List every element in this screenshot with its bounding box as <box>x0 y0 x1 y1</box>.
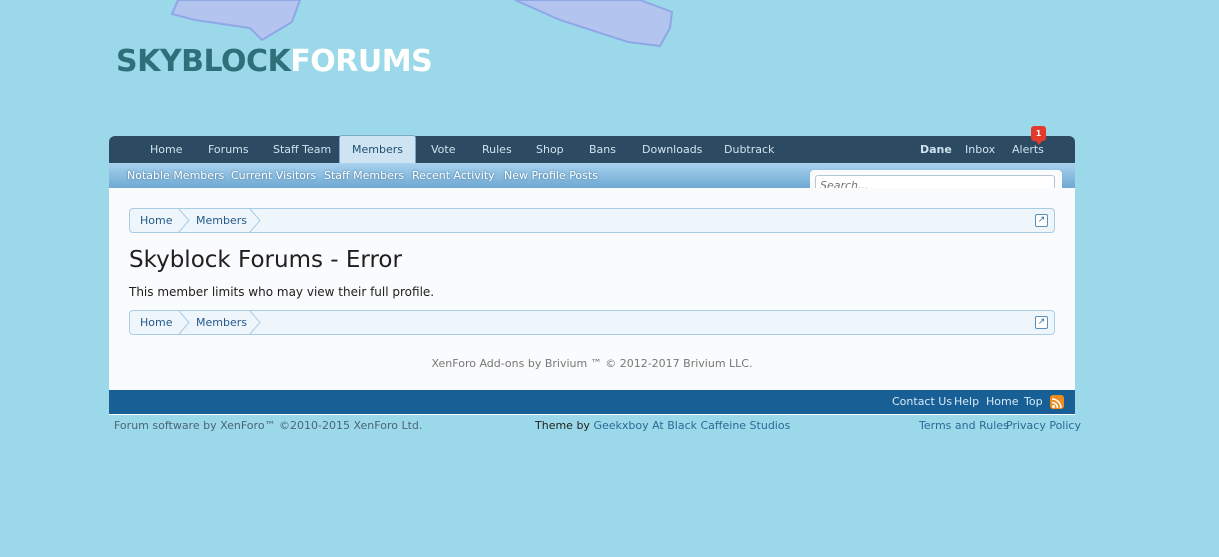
tab-dubtrack[interactable]: Dubtrack <box>724 136 774 163</box>
footer-top[interactable]: Top <box>1024 390 1043 414</box>
error-message: This member limits who may view their fu… <box>129 285 435 299</box>
subnav-staff-members[interactable]: Staff Members <box>324 163 404 188</box>
logo-part-forums: FORUMS <box>290 44 433 79</box>
tab-downloads[interactable]: Downloads <box>642 136 702 163</box>
breadcrumb-separator-icon <box>249 209 261 232</box>
tab-forums[interactable]: Forums <box>208 136 249 163</box>
breadcrumb-bottom: Home Members ↗ <box>129 310 1055 335</box>
breadcrumb: Home Members ↗ <box>129 208 1055 233</box>
logo-part-skyblock: SKYBLOCK <box>116 44 291 79</box>
tab-members[interactable]: Members <box>339 135 416 163</box>
tab-shop[interactable]: Shop <box>536 136 564 163</box>
footer-help[interactable]: Help <box>954 390 979 414</box>
footer-home[interactable]: Home <box>986 390 1018 414</box>
alerts-count-badge: 1 <box>1031 126 1046 145</box>
site-logo[interactable]: SKYBLOCKFORUMS <box>116 42 433 82</box>
tab-home[interactable]: Home <box>150 136 182 163</box>
footer-bar: Contact Us Help Home Top <box>109 390 1075 414</box>
addon-copyright: XenForo Add-ons by Brivium ™ © 2012-2017… <box>431 357 753 370</box>
breadcrumb-home[interactable]: Home <box>140 311 172 334</box>
jump-to-page-icon[interactable]: ↗ <box>1035 316 1048 329</box>
software-credit: Forum software by XenForo™ ©2010-2015 Xe… <box>114 419 423 432</box>
subnav-notable-members[interactable]: Notable Members <box>127 163 224 188</box>
footer-contact-us[interactable]: Contact Us <box>892 390 952 414</box>
rss-icon[interactable] <box>1050 395 1064 409</box>
breadcrumb-separator-icon <box>178 209 190 232</box>
breadcrumb-separator-icon <box>249 311 261 334</box>
jump-to-page-icon[interactable]: ↗ <box>1035 214 1048 227</box>
tab-bans[interactable]: Bans <box>589 136 616 163</box>
terms-link[interactable]: Terms and Rules <box>919 419 1009 433</box>
breadcrumb-members[interactable]: Members <box>196 311 247 334</box>
tab-staff-team[interactable]: Staff Team <box>273 136 331 163</box>
tab-vote[interactable]: Vote <box>431 136 455 163</box>
subnav-new-profile-posts[interactable]: New Profile Posts <box>504 163 598 188</box>
user-menu-dane[interactable]: Dane <box>920 136 952 163</box>
main-navbar: Home Forums Staff Team Members Vote Rule… <box>109 135 1075 163</box>
breadcrumb-home[interactable]: Home <box>140 209 172 232</box>
main-content: Home Members ↗ Skyblock Forums - Error T… <box>109 188 1075 415</box>
theme-credit: Theme by Geekxboy At Black Caffeine Stud… <box>535 419 790 433</box>
subnav-recent-activity[interactable]: Recent Activity <box>412 163 495 188</box>
breadcrumb-separator-icon <box>178 311 190 334</box>
privacy-link[interactable]: Privacy Policy <box>1006 419 1081 433</box>
tab-rules[interactable]: Rules <box>482 136 512 163</box>
subnav-current-visitors[interactable]: Current Visitors <box>231 163 316 188</box>
theme-label: Theme by <box>535 419 590 432</box>
theme-author-link[interactable]: Geekxboy At Black Caffeine Studios <box>593 419 790 432</box>
page-title: Skyblock Forums - Error <box>129 247 402 273</box>
inbox-link[interactable]: Inbox <box>965 136 995 163</box>
page-container: Home Forums Staff Team Members Vote Rule… <box>109 135 1075 415</box>
breadcrumb-members[interactable]: Members <box>196 209 247 232</box>
